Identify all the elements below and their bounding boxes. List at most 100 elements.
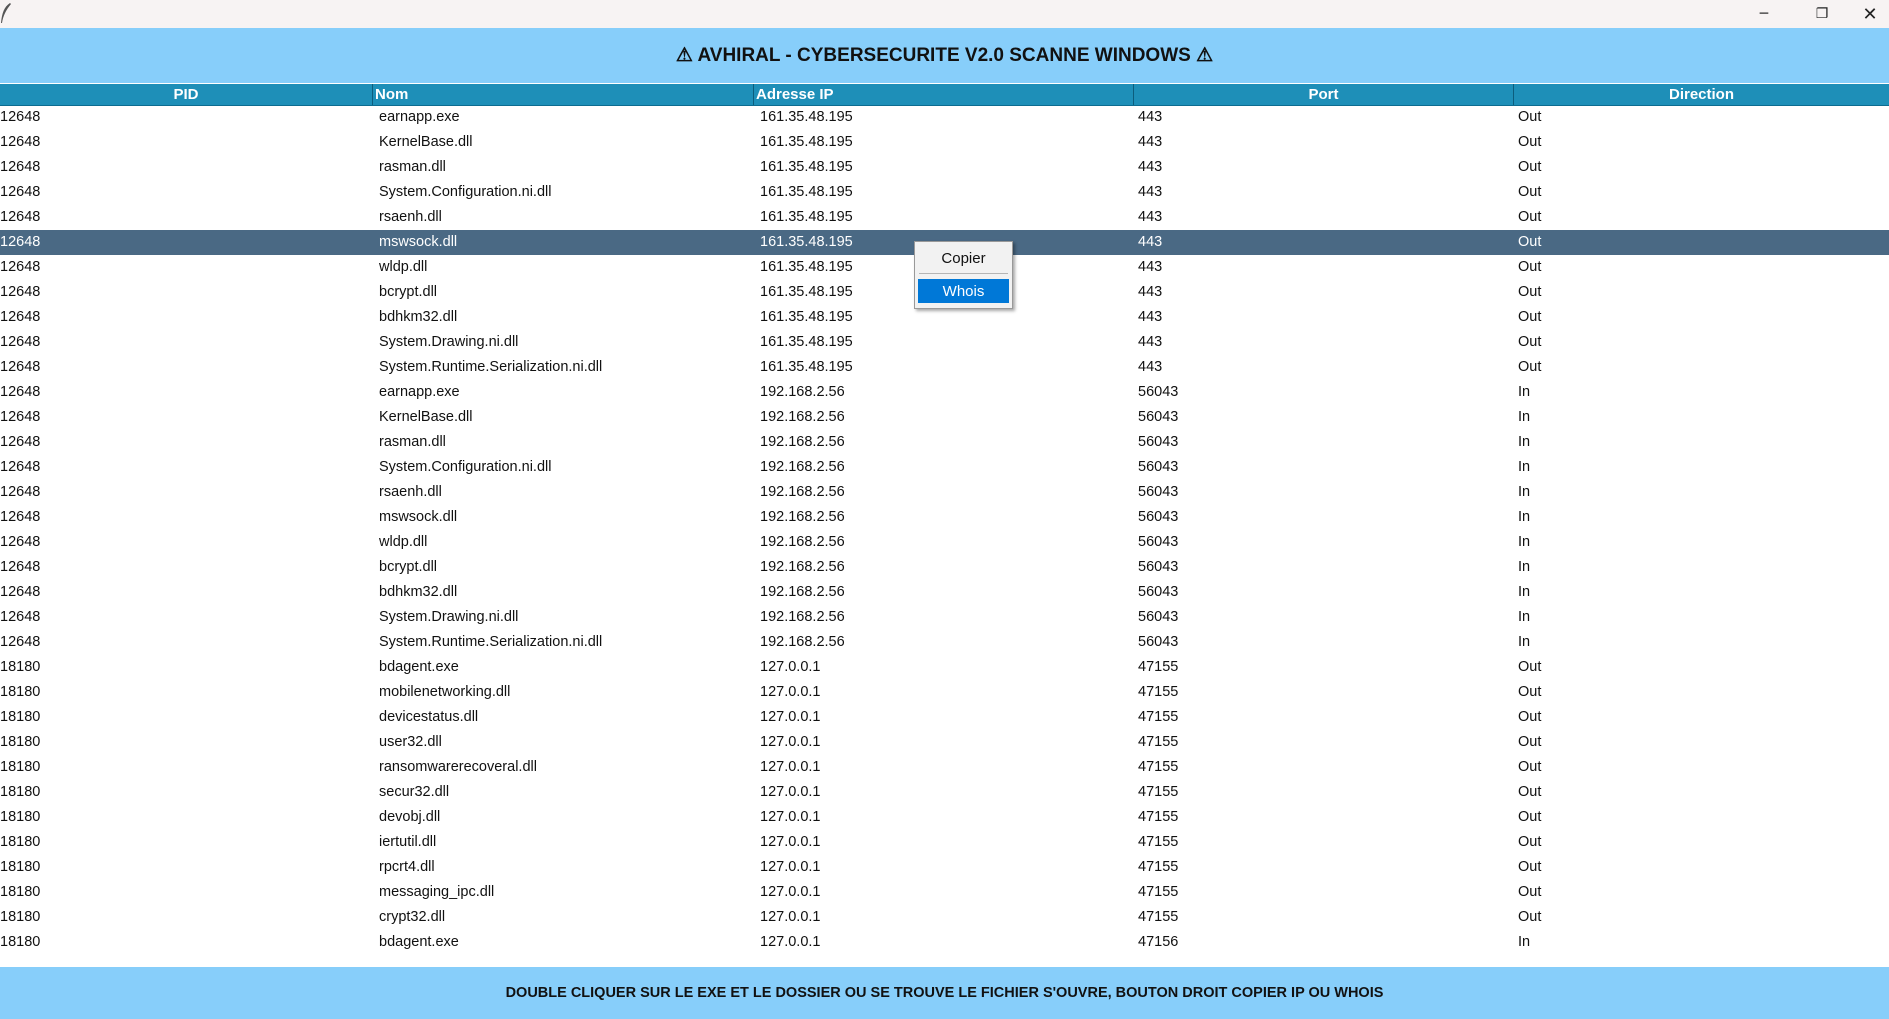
table-row[interactable]: 18180 iertutil.dll 127.0.0.1 47155 Out <box>0 830 1889 855</box>
cell-adresse-ip: 127.0.0.1 <box>760 834 821 850</box>
cell-adresse-ip: 161.35.48.195 <box>760 109 853 125</box>
cell-adresse-ip: 192.168.2.56 <box>760 484 845 500</box>
table-row[interactable]: 12648 rasman.dll 161.35.48.195 443 Out <box>0 155 1889 180</box>
cell-direction: In <box>1518 409 1531 425</box>
cell-pid: 18180 <box>0 734 41 750</box>
table-row[interactable]: 12648 bdhkm32.dll 192.168.2.56 56043 In <box>0 580 1889 605</box>
table-row[interactable]: 18180 mobilenetworking.dll 127.0.0.1 47155 O… <box>0 680 1889 705</box>
cell-nom: devobj.dll <box>379 809 441 825</box>
cell-port: 47155 <box>1138 734 1179 750</box>
table-row[interactable]: 18180 secur32.dll 127.0.0.1 47155 Out <box>0 780 1889 805</box>
cell-nom: crypt32.dll <box>379 909 446 925</box>
table-row[interactable]: 18180 rpcrt4.dll 127.0.0.1 47155 Out <box>0 855 1889 880</box>
cell-port: 47155 <box>1138 759 1179 775</box>
cell-nom: rsaenh.dll <box>379 484 442 500</box>
cell-adresse-ip: 161.35.48.195 <box>760 209 853 225</box>
menu-item-copier[interactable]: Copier <box>918 246 1009 270</box>
cell-adresse-ip: 127.0.0.1 <box>760 684 821 700</box>
table-row[interactable]: 18180 bdagent.exe 127.0.0.1 47156 In <box>0 930 1889 955</box>
cell-pid: 18180 <box>0 659 41 675</box>
cell-direction: Out <box>1518 809 1542 825</box>
table-row[interactable]: 12648 rasman.dll 192.168.2.56 56043 In <box>0 430 1889 455</box>
cell-port: 443 <box>1138 259 1163 275</box>
cell-pid: 12648 <box>0 259 41 275</box>
table-row[interactable]: 18180 crypt32.dll 127.0.0.1 47155 Out <box>0 905 1889 930</box>
column-header-adresse-ip[interactable]: Adresse IP <box>754 84 1134 105</box>
cell-direction: Out <box>1518 109 1542 125</box>
table-row[interactable]: 12648 wldp.dll 192.168.2.56 56043 In <box>0 530 1889 555</box>
minimize-button[interactable]: ─ <box>1735 0 1793 28</box>
table-row[interactable]: 18180 messaging_ipc.dll 127.0.0.1 47155 Out <box>0 880 1889 905</box>
cell-nom: iertutil.dll <box>379 834 437 850</box>
table-row[interactable]: 12648 earnapp.exe 161.35.48.195 443 Out <box>0 105 1889 130</box>
table-row[interactable]: 12648 rsaenh.dll 161.35.48.195 443 Out <box>0 205 1889 230</box>
cell-port: 47155 <box>1138 859 1179 875</box>
table-row[interactable]: 12648 earnapp.exe 192.168.2.56 56043 In <box>0 380 1889 405</box>
table-row[interactable]: 18180 ransomwarerecoveral.dll 127.0.0.1 471… <box>0 755 1889 780</box>
cell-nom: ransomwarerecoveral.dll <box>379 759 537 775</box>
cell-direction: Out <box>1518 784 1542 800</box>
cell-port: 47155 <box>1138 909 1179 925</box>
cell-port: 47155 <box>1138 709 1179 725</box>
table-row[interactable]: 12648 System.Runtime.Serialization.ni.dll… <box>0 630 1889 655</box>
cell-direction: Out <box>1518 134 1542 150</box>
cell-nom: wldp.dll <box>379 259 428 275</box>
connections-table-body: 12648 earnapp.exe 161.35.48.195 443 Out 12648… <box>0 105 1889 965</box>
column-header-direction[interactable]: Direction <box>1514 84 1889 105</box>
cell-pid: 12648 <box>0 109 41 125</box>
close-button[interactable]: ✕ <box>1851 0 1889 28</box>
table-row[interactable]: 12648 System.Configuration.ni.dll 192.168.… <box>0 455 1889 480</box>
cell-pid: 12648 <box>0 159 41 175</box>
cell-direction: Out <box>1518 684 1542 700</box>
menu-item-whois[interactable]: Whois <box>918 279 1009 303</box>
cell-port: 56043 <box>1138 509 1179 525</box>
cell-port: 443 <box>1138 184 1163 200</box>
cell-direction: In <box>1518 634 1531 650</box>
table-row[interactable]: 12648 System.Drawing.ni.dll 192.168.2.56 56… <box>0 605 1889 630</box>
cell-nom: messaging_ipc.dll <box>379 884 495 900</box>
table-row[interactable]: 12648 System.Drawing.ni.dll 161.35.48.195 4… <box>0 330 1889 355</box>
cell-adresse-ip: 127.0.0.1 <box>760 759 821 775</box>
cell-adresse-ip: 161.35.48.195 <box>760 334 853 350</box>
cell-port: 443 <box>1138 359 1163 375</box>
cell-direction: Out <box>1518 759 1542 775</box>
cell-nom: System.Configuration.ni.dll <box>379 459 552 475</box>
cell-adresse-ip: 192.168.2.56 <box>760 609 845 625</box>
table-header: PID Nom Adresse IP Port Direction <box>0 84 1889 106</box>
cell-pid: 18180 <box>0 859 41 875</box>
cell-pid: 12648 <box>0 484 41 500</box>
cell-pid: 18180 <box>0 834 41 850</box>
table-row[interactable]: 12648 KernelBase.dll 161.35.48.195 443 Out <box>0 130 1889 155</box>
cell-adresse-ip: 161.35.48.195 <box>760 159 853 175</box>
cell-direction: Out <box>1518 334 1542 350</box>
table-row[interactable]: 12648 mswsock.dll 192.168.2.56 56043 In <box>0 505 1889 530</box>
cell-direction: In <box>1518 934 1531 950</box>
table-row[interactable]: 12648 rsaenh.dll 192.168.2.56 56043 In <box>0 480 1889 505</box>
column-header-nom[interactable]: Nom <box>373 84 754 105</box>
cell-nom: rsaenh.dll <box>379 209 442 225</box>
table-row[interactable]: 18180 bdagent.exe 127.0.0.1 47155 Out <box>0 655 1889 680</box>
cell-nom: bdagent.exe <box>379 659 459 675</box>
table-row[interactable]: 12648 System.Configuration.ni.dll 161.35.4… <box>0 180 1889 205</box>
cell-pid: 12648 <box>0 609 41 625</box>
cell-adresse-ip: 161.35.48.195 <box>760 184 853 200</box>
maximize-button[interactable]: ❐ <box>1793 0 1851 28</box>
table-row[interactable]: 12648 KernelBase.dll 192.168.2.56 56043 In <box>0 405 1889 430</box>
cell-port: 56043 <box>1138 434 1179 450</box>
table-row[interactable]: 12648 System.Runtime.Serialization.ni.dll… <box>0 355 1889 380</box>
cell-adresse-ip: 127.0.0.1 <box>760 734 821 750</box>
table-row[interactable]: 18180 devicestatus.dll 127.0.0.1 47155 Out <box>0 705 1889 730</box>
cell-port: 443 <box>1138 209 1163 225</box>
cell-port: 443 <box>1138 159 1163 175</box>
cell-nom: wldp.dll <box>379 534 428 550</box>
table-row[interactable]: 12648 bcrypt.dll 192.168.2.56 56043 In <box>0 555 1889 580</box>
column-header-port[interactable]: Port <box>1134 84 1514 105</box>
cell-adresse-ip: 192.168.2.56 <box>760 634 845 650</box>
cell-nom: user32.dll <box>379 734 442 750</box>
table-row[interactable]: 18180 user32.dll 127.0.0.1 47155 Out <box>0 730 1889 755</box>
cell-port: 47155 <box>1138 834 1179 850</box>
cell-nom: KernelBase.dll <box>379 134 473 150</box>
column-header-pid[interactable]: PID <box>0 84 373 105</box>
cell-nom: bdagent.exe <box>379 934 459 950</box>
table-row[interactable]: 18180 devobj.dll 127.0.0.1 47155 Out <box>0 805 1889 830</box>
